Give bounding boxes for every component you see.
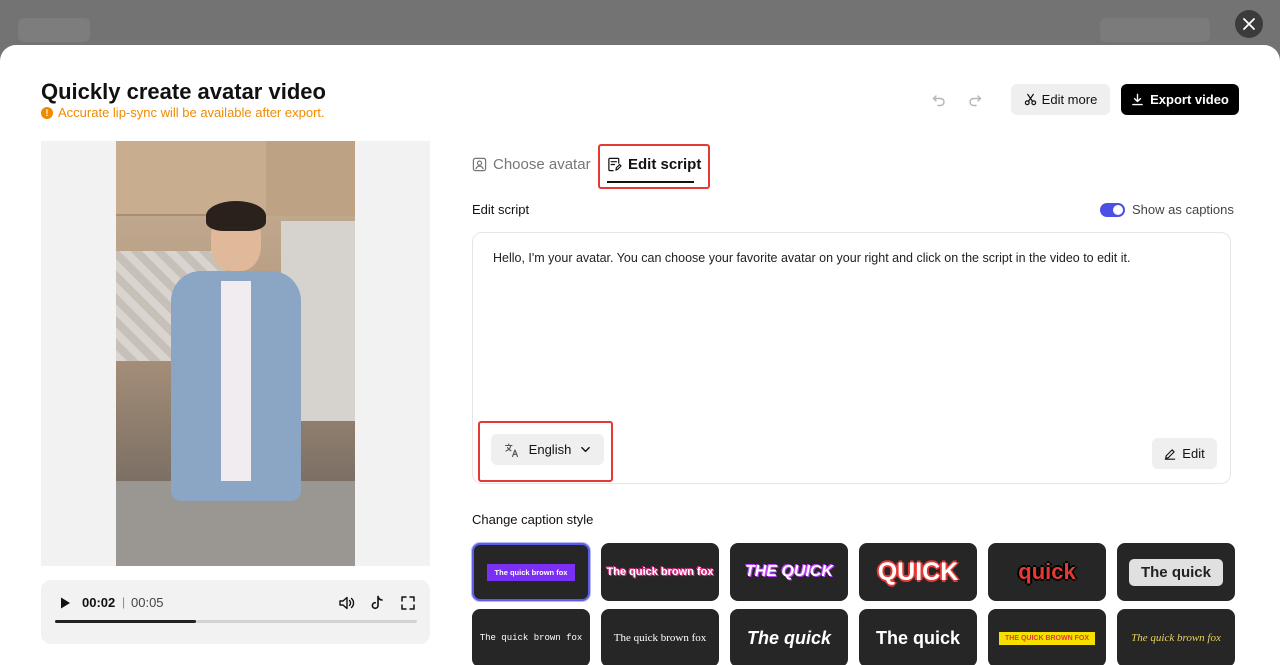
caption-style-11[interactable]: THE QUICK BROWN FOX [988, 609, 1106, 665]
caption-style-1[interactable]: The quick brown fox [472, 543, 590, 601]
play-button[interactable] [57, 595, 73, 611]
modal-title: Quickly create avatar video [41, 79, 326, 104]
export-video-label: Export video [1150, 92, 1229, 107]
caption-style-4[interactable]: QUICK [859, 543, 977, 601]
tiktok-icon [371, 595, 383, 610]
edit-script-icon [608, 157, 622, 171]
avatar-video-frame[interactable] [116, 141, 355, 566]
close-icon [1243, 18, 1255, 30]
caption-style-heading: Change caption style [472, 512, 594, 527]
redo-icon [969, 95, 982, 107]
blurred-header-actions [1100, 18, 1210, 42]
edit-more-button[interactable]: Edit more [1011, 84, 1110, 115]
volume-icon [339, 596, 355, 610]
script-editor[interactable]: Hello, I'm your avatar. You can choose y… [472, 232, 1231, 484]
play-icon [61, 597, 70, 609]
fullscreen-button[interactable] [399, 594, 417, 612]
caption-preview: THE QUICK [745, 563, 833, 580]
undo-icon [932, 95, 945, 107]
tiktok-button[interactable] [368, 594, 386, 612]
lip-sync-warning: ! Accurate lip-sync will be available af… [41, 105, 325, 120]
pencil-icon [1165, 448, 1176, 460]
caption-style-3[interactable]: THE QUICK [730, 543, 848, 601]
caption-preview: The quick brown fox [1131, 632, 1221, 644]
active-tab-indicator [607, 181, 694, 183]
undo-button[interactable] [929, 91, 949, 109]
caption-preview: THE QUICK BROWN FOX [999, 631, 1095, 645]
video-controls: 00:02 | 00:05 [41, 580, 430, 644]
avatar-icon [472, 157, 487, 171]
translate-icon [504, 442, 518, 457]
playback-progress-fill [55, 620, 197, 623]
tab-edit-script[interactable]: Edit script [607, 152, 701, 176]
edit-script-button[interactable]: Edit [1152, 438, 1217, 469]
close-modal-button[interactable] [1235, 10, 1263, 38]
caption-preview: QUICK [877, 557, 959, 586]
redo-button[interactable] [965, 91, 985, 109]
caption-style-7[interactable]: The quick brown fox [472, 609, 590, 665]
language-select[interactable]: English [491, 434, 604, 465]
edit-more-label: Edit more [1041, 92, 1098, 107]
edit-label: Edit [1182, 446, 1205, 461]
caption-preview: The quick [1128, 558, 1223, 586]
video-preview [41, 141, 430, 566]
total-time: 00:05 [131, 595, 164, 610]
export-video-button[interactable]: Export video [1121, 84, 1239, 115]
caption-style-8[interactable]: The quick brown fox [601, 609, 719, 665]
scissors-icon [1024, 93, 1036, 106]
caption-preview: The quick brown fox [606, 566, 714, 578]
warning-text: Accurate lip-sync will be available afte… [58, 105, 325, 120]
caption-style-6[interactable]: The quick [1117, 543, 1235, 601]
caption-preview: The quick [746, 627, 831, 648]
edit-script-heading: Edit script [472, 202, 530, 217]
caption-preview: The quick brown fox [486, 563, 576, 581]
toggle-switch[interactable] [1100, 202, 1125, 217]
caption-style-9[interactable]: The quick [730, 609, 848, 665]
caption-preview: The quick [875, 627, 960, 648]
volume-button[interactable] [337, 594, 355, 612]
caption-style-2[interactable]: The quick brown fox [601, 543, 719, 601]
show-captions-toggle[interactable]: Show as captions [1100, 202, 1234, 217]
caption-style-5[interactable]: quick [988, 543, 1106, 601]
caption-style-grid: The quick brown fox The quick brown fox … [472, 543, 1235, 665]
tab-edit-script-label: Edit script [628, 155, 702, 173]
blurred-logo [18, 18, 90, 42]
caption-style-12[interactable]: The quick brown fox [1117, 609, 1235, 665]
time-separator: | [122, 595, 126, 609]
download-icon [1132, 93, 1143, 106]
playback-progress[interactable] [55, 620, 417, 623]
current-time: 00:02 [82, 595, 116, 610]
warning-icon: ! [41, 106, 53, 119]
chevron-down-icon [581, 446, 591, 453]
script-text[interactable]: Hello, I'm your avatar. You can choose y… [493, 249, 1193, 267]
caption-preview: The quick brown fox [613, 632, 707, 644]
fullscreen-icon [401, 596, 415, 610]
caption-style-10[interactable]: The quick [859, 609, 977, 665]
avatar-video-modal: Quickly create avatar video ! Accurate l… [0, 45, 1280, 665]
caption-preview: quick [1018, 559, 1076, 584]
tab-choose-avatar[interactable]: Choose avatar [472, 152, 591, 176]
show-captions-label: Show as captions [1132, 202, 1234, 217]
language-label: English [528, 442, 572, 457]
tab-choose-avatar-label: Choose avatar [493, 155, 591, 173]
caption-preview: The quick brown fox [479, 633, 583, 643]
